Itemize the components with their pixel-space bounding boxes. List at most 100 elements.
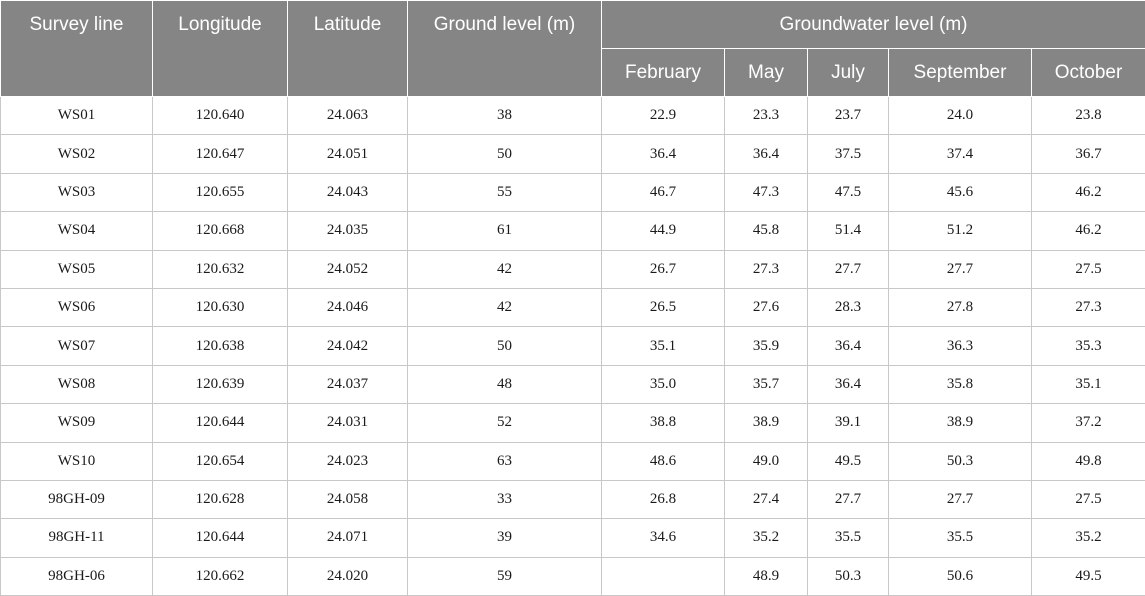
cell-survey-line: 98GH-06 [0,556,153,596]
cell-longitude: 120.644 [152,518,288,558]
cell-september: 27.7 [888,249,1032,289]
cell-february: 34.6 [601,518,725,558]
cell-survey-line: WS10 [0,441,153,481]
cell-july: 47.5 [807,172,889,213]
header-month: May [724,48,808,97]
cell-july: 36.4 [807,326,889,366]
cell-september: 38.9 [888,403,1032,443]
cell-july: 27.7 [807,479,889,520]
header-month: September [888,48,1032,97]
cell-longitude: 120.655 [152,172,288,213]
cell-ground-level: 50 [407,326,602,366]
cell-survey-line: WS09 [0,403,153,443]
cell-september: 35.5 [888,518,1032,558]
cell-may: 38.9 [724,403,808,443]
table-row: 98GH-06 120.662 24.020 59 48.9 50.3 50.6 49.5 [0,556,1145,596]
cell-longitude: 120.668 [152,211,288,251]
cell-february: 22.9 [601,96,725,136]
cell-ground-level: 59 [407,556,602,596]
cell-latitude: 24.058 [287,479,408,520]
cell-october: 35.3 [1030,326,1145,366]
cell-survey-line: 98GH-11 [0,518,153,558]
cell-survey-line: WS02 [0,134,153,174]
cell-may: 49.0 [724,441,808,481]
cell-survey-line: WS05 [0,249,153,289]
cell-survey-line: WS01 [0,96,153,136]
cell-october: 27.5 [1030,479,1145,520]
cell-latitude: 24.035 [287,211,408,251]
cell-longitude: 120.662 [152,556,288,596]
cell-longitude: 120.628 [152,479,288,520]
cell-july: 39.1 [807,403,889,443]
cell-july: 50.3 [807,556,889,596]
cell-february [601,556,725,596]
cell-latitude: 24.046 [287,287,408,328]
header-month: February [601,48,725,97]
cell-longitude: 120.640 [152,96,288,136]
cell-july: 35.5 [807,518,889,558]
table-row: WS03 120.655 24.043 55 46.7 47.3 47.5 45.6 46.2 [0,172,1145,213]
cell-february: 46.7 [601,172,725,213]
cell-may: 45.8 [724,211,808,251]
cell-july: 27.7 [807,249,889,289]
table-row: WS10 120.654 24.023 63 48.6 49.0 49.5 50.3 49.8 [0,441,1145,481]
cell-september: 51.2 [888,211,1032,251]
cell-survey-line: WS03 [0,172,153,213]
cell-october: 37.2 [1030,403,1145,443]
cell-ground-level: 48 [407,364,602,405]
cell-october: 46.2 [1030,172,1145,213]
table-row: WS07 120.638 24.042 50 35.1 35.9 36.4 36.3 35.3 [0,326,1145,366]
cell-survey-line: WS06 [0,287,153,328]
cell-ground-level: 50 [407,134,602,174]
cell-latitude: 24.023 [287,441,408,481]
cell-october: 35.2 [1030,518,1145,558]
cell-october: 23.8 [1030,96,1145,136]
cell-october: 35.1 [1030,364,1145,405]
cell-july: 28.3 [807,287,889,328]
header-ground-level: Ground level (m) [407,0,602,97]
table-header: Survey line Longitude Latitude Ground le… [0,0,1145,97]
cell-longitude: 120.639 [152,364,288,405]
cell-february: 48.6 [601,441,725,481]
cell-latitude: 24.063 [287,96,408,136]
table-row: 98GH-09 120.628 24.058 33 26.8 27.4 27.7 27.7 27… [0,479,1145,520]
cell-longitude: 120.644 [152,403,288,443]
cell-february: 26.7 [601,249,725,289]
cell-february: 36.4 [601,134,725,174]
cell-latitude: 24.031 [287,403,408,443]
cell-september: 24.0 [888,96,1032,136]
cell-ground-level: 38 [407,96,602,136]
cell-ground-level: 39 [407,518,602,558]
cell-survey-line: WS04 [0,211,153,251]
cell-latitude: 24.043 [287,172,408,213]
table-row: WS06 120.630 24.046 42 26.5 27.6 28.3 27.8 27.3 [0,287,1145,328]
table-row: WS09 120.644 24.031 52 38.8 38.9 39.1 38.9 37.2 [0,403,1145,443]
table-row: 98GH-11 120.644 24.071 39 34.6 35.2 35.5 35.5 35… [0,518,1145,558]
table-row: WS01 120.640 24.063 38 22.9 23.3 23.7 24.0 23.8 [0,96,1145,136]
cell-july: 49.5 [807,441,889,481]
cell-september: 36.3 [888,326,1032,366]
cell-longitude: 120.632 [152,249,288,289]
cell-may: 35.2 [724,518,808,558]
table-row: WS04 120.668 24.035 61 44.9 45.8 51.4 51.2 46.2 [0,211,1145,251]
groundwater-table: Survey line Longitude Latitude Ground le… [0,0,1145,596]
cell-latitude: 24.071 [287,518,408,558]
cell-longitude: 120.638 [152,326,288,366]
cell-may: 48.9 [724,556,808,596]
cell-survey-line: 98GH-09 [0,479,153,520]
header-longitude: Longitude [152,0,288,97]
header-survey-line: Survey line [0,0,153,97]
cell-february: 35.1 [601,326,725,366]
header-latitude: Latitude [287,0,408,97]
table-row: WS08 120.639 24.037 48 35.0 35.7 36.4 35.8 35.1 [0,364,1145,405]
cell-ground-level: 55 [407,172,602,213]
cell-ground-level: 52 [407,403,602,443]
cell-ground-level: 61 [407,211,602,251]
table-body: WS01 120.640 24.063 38 22.9 23.3 23.7 24.0 23.8 W… [0,96,1145,596]
cell-longitude: 120.630 [152,287,288,328]
cell-october: 49.5 [1030,556,1145,596]
cell-ground-level: 33 [407,479,602,520]
cell-may: 27.4 [724,479,808,520]
cell-february: 38.8 [601,403,725,443]
table-row: WS02 120.647 24.051 50 36.4 36.4 37.5 37.4 36.7 [0,134,1145,174]
